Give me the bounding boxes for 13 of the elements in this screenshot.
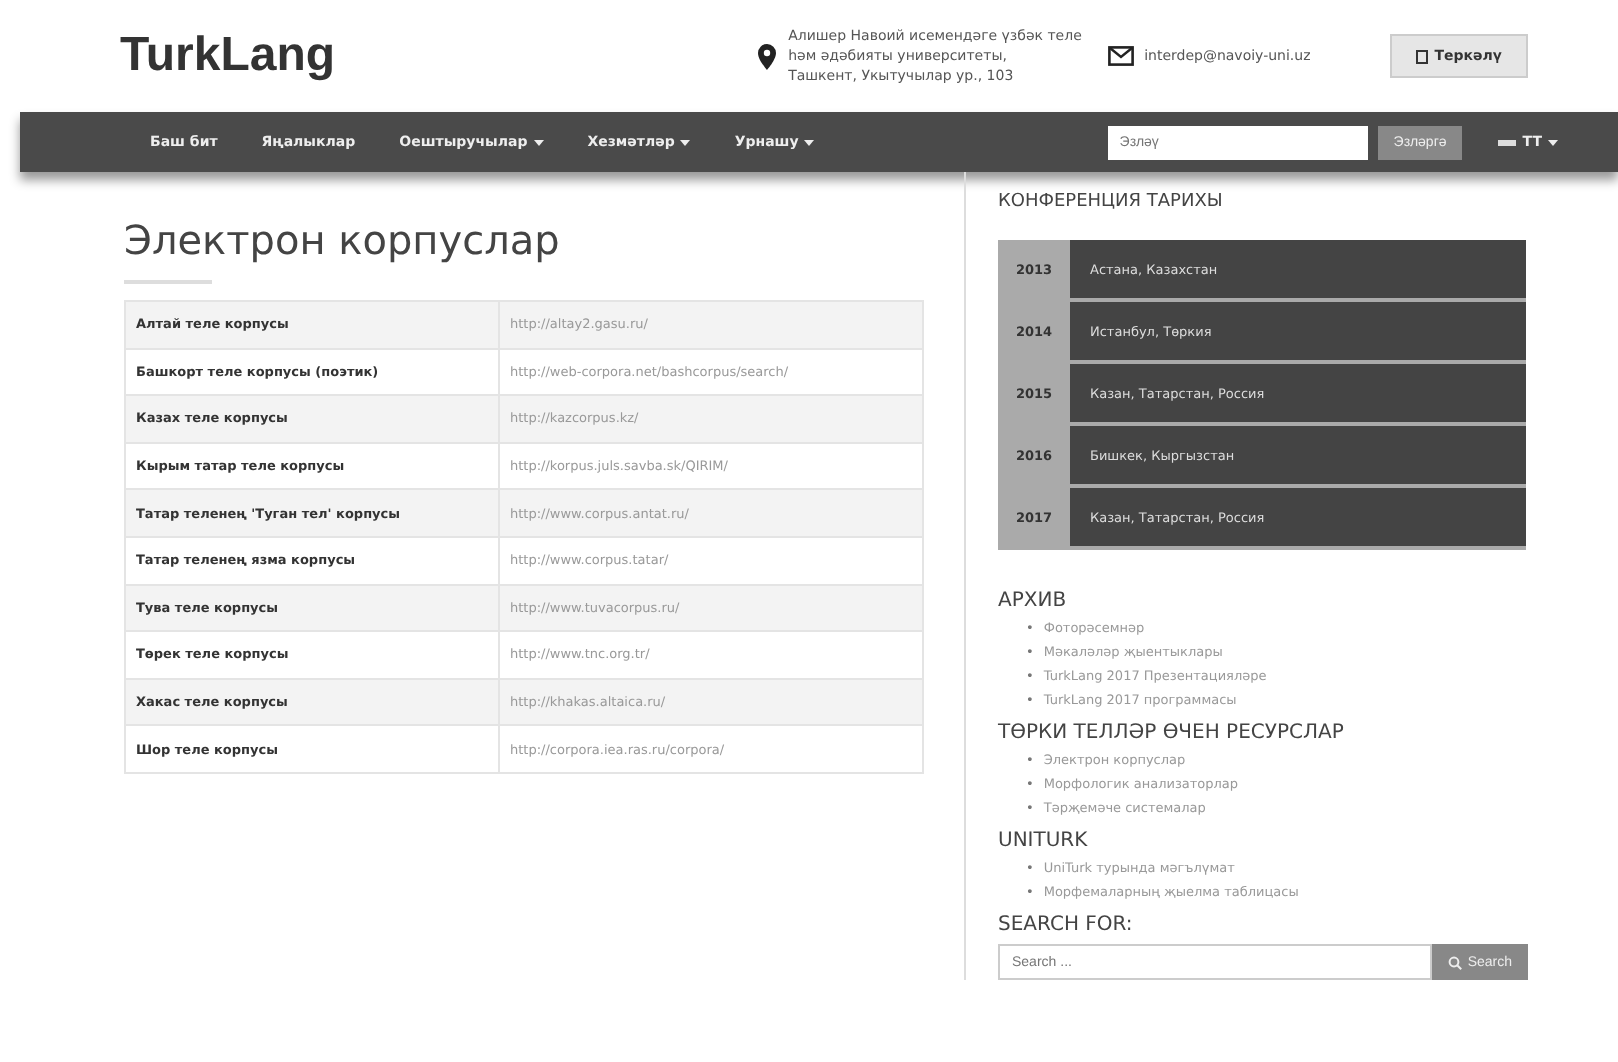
section-heading: ТӨРКИ ТЕЛЛӘР ӨЧЕН РЕСУРСЛАР: [998, 722, 1346, 744]
section-heading: SEARCH FOR:: [998, 914, 1135, 936]
flag-icon: [1498, 139, 1517, 145]
document-icon: [1416, 49, 1429, 63]
section-heading: КОНФЕРЕНЦИЯ ТАРИХЫ: [998, 192, 1225, 212]
site-logo[interactable]: TurkLang: [120, 28, 759, 84]
section-heading: АРХИВ: [998, 590, 1069, 612]
section-heading: UNITURK: [998, 830, 1090, 852]
caret-icon: [1548, 139, 1558, 145]
page-title: Электрон корпуслар: [124, 216, 562, 264]
search-icon: [1447, 955, 1462, 969]
mail-icon: [1108, 46, 1135, 66]
map-pin-icon: [758, 43, 777, 69]
